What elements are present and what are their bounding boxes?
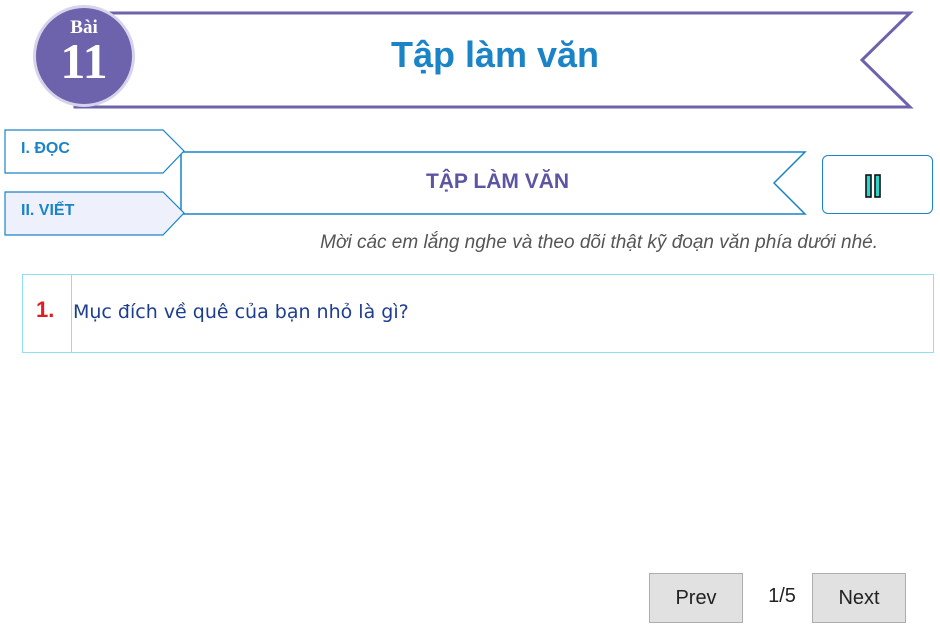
next-button[interactable]: Next bbox=[812, 573, 906, 623]
question-item: 1. Mục đích về quê của bạn nhỏ là gì? bbox=[22, 274, 934, 353]
nav-tab-viet[interactable]: II. VIẾT bbox=[0, 190, 200, 240]
pause-button[interactable] bbox=[822, 155, 933, 214]
nav-tab-doc[interactable]: I. ĐỌC bbox=[0, 128, 200, 178]
question-text: Mục đích về quê của bạn nhỏ là gì? bbox=[73, 301, 409, 323]
page-title: Tập làm văn bbox=[390, 34, 600, 75]
instruction-text: Mời các em lắng nghe và theo dõi thật kỹ… bbox=[320, 232, 878, 253]
question-number-cell: 1. bbox=[23, 275, 72, 352]
section-title: TẬP LÀM VĂN bbox=[425, 170, 570, 193]
nav-tab-label: II. VIẾT bbox=[21, 202, 75, 219]
lesson-badge: Bài 11 bbox=[33, 5, 135, 107]
nav-tab-label: I. ĐỌC bbox=[21, 140, 70, 157]
lesson-number: 11 bbox=[60, 33, 108, 89]
prev-button[interactable]: Prev bbox=[649, 573, 743, 623]
page-indicator: 1/5 bbox=[768, 585, 796, 607]
question-number: 1. bbox=[36, 297, 55, 322]
pause-icon bbox=[865, 174, 881, 198]
